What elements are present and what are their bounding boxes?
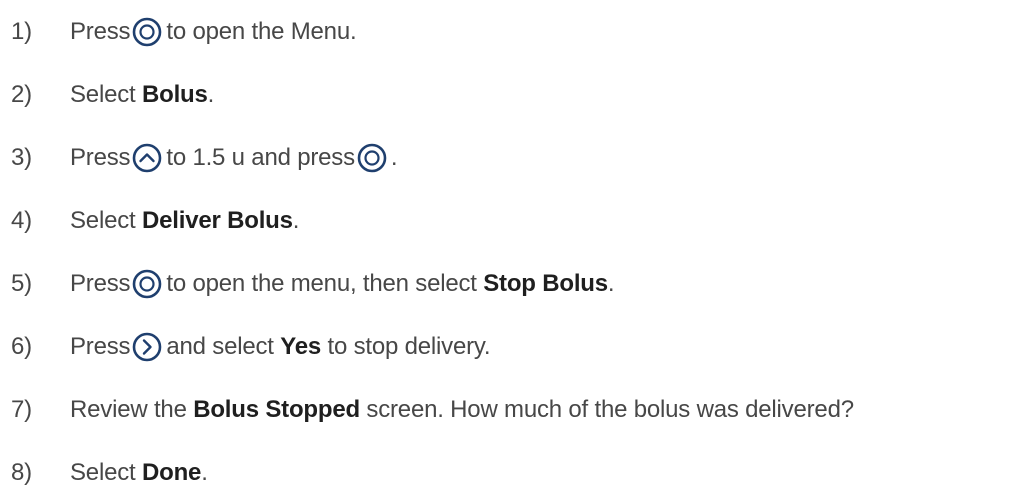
step-text: to open the Menu.	[166, 18, 357, 45]
step-number: 7)	[11, 396, 32, 423]
o-button-icon	[132, 17, 162, 47]
step-number: 2)	[11, 81, 32, 108]
step-text: Press	[70, 18, 131, 45]
step-text: .	[292, 207, 300, 234]
step-bold-text: Deliver Bolus	[141, 207, 293, 234]
right-arrow-button-icon	[132, 332, 162, 362]
up-arrow-button-icon	[132, 143, 162, 173]
step-text: to 1.5 u and press	[166, 144, 355, 171]
step-text: to stop delivery.	[327, 333, 491, 360]
step-number: 1)	[11, 18, 32, 45]
step-text: Press	[70, 333, 131, 360]
step-text: screen. How much of the bolus was delive…	[366, 396, 854, 423]
step-number: 8)	[11, 459, 32, 486]
instruction-steps: 1) Press to open the Menu. 2) Select Bol…	[0, 0, 1019, 504]
step-bold-text: Yes	[280, 333, 322, 360]
step-bold-text: Stop Bolus	[483, 270, 608, 297]
step-text: Select	[70, 207, 136, 234]
o-button-icon	[132, 269, 162, 299]
step-text: .	[607, 270, 615, 297]
step-bold-text: Done	[141, 459, 202, 486]
step-number: 6)	[11, 333, 32, 360]
step-number: 5)	[11, 270, 32, 297]
step-text: to open the menu, then select	[166, 270, 477, 297]
step-text: Review the	[70, 396, 187, 423]
step-number: 4)	[11, 207, 32, 234]
step-text: Select	[70, 81, 136, 108]
step-bold-text: Bolus	[141, 81, 208, 108]
step-text: Press	[70, 270, 131, 297]
step-text: Select	[70, 459, 136, 486]
o-button-icon	[357, 143, 387, 173]
step-text: .	[207, 81, 215, 108]
step-bold-text: Bolus Stopped	[193, 396, 360, 423]
step-text: .	[201, 459, 208, 486]
step-text: Press	[70, 144, 131, 171]
step-text: and select	[166, 333, 274, 360]
step-text: .	[390, 144, 398, 171]
step-number: 3)	[11, 144, 32, 171]
